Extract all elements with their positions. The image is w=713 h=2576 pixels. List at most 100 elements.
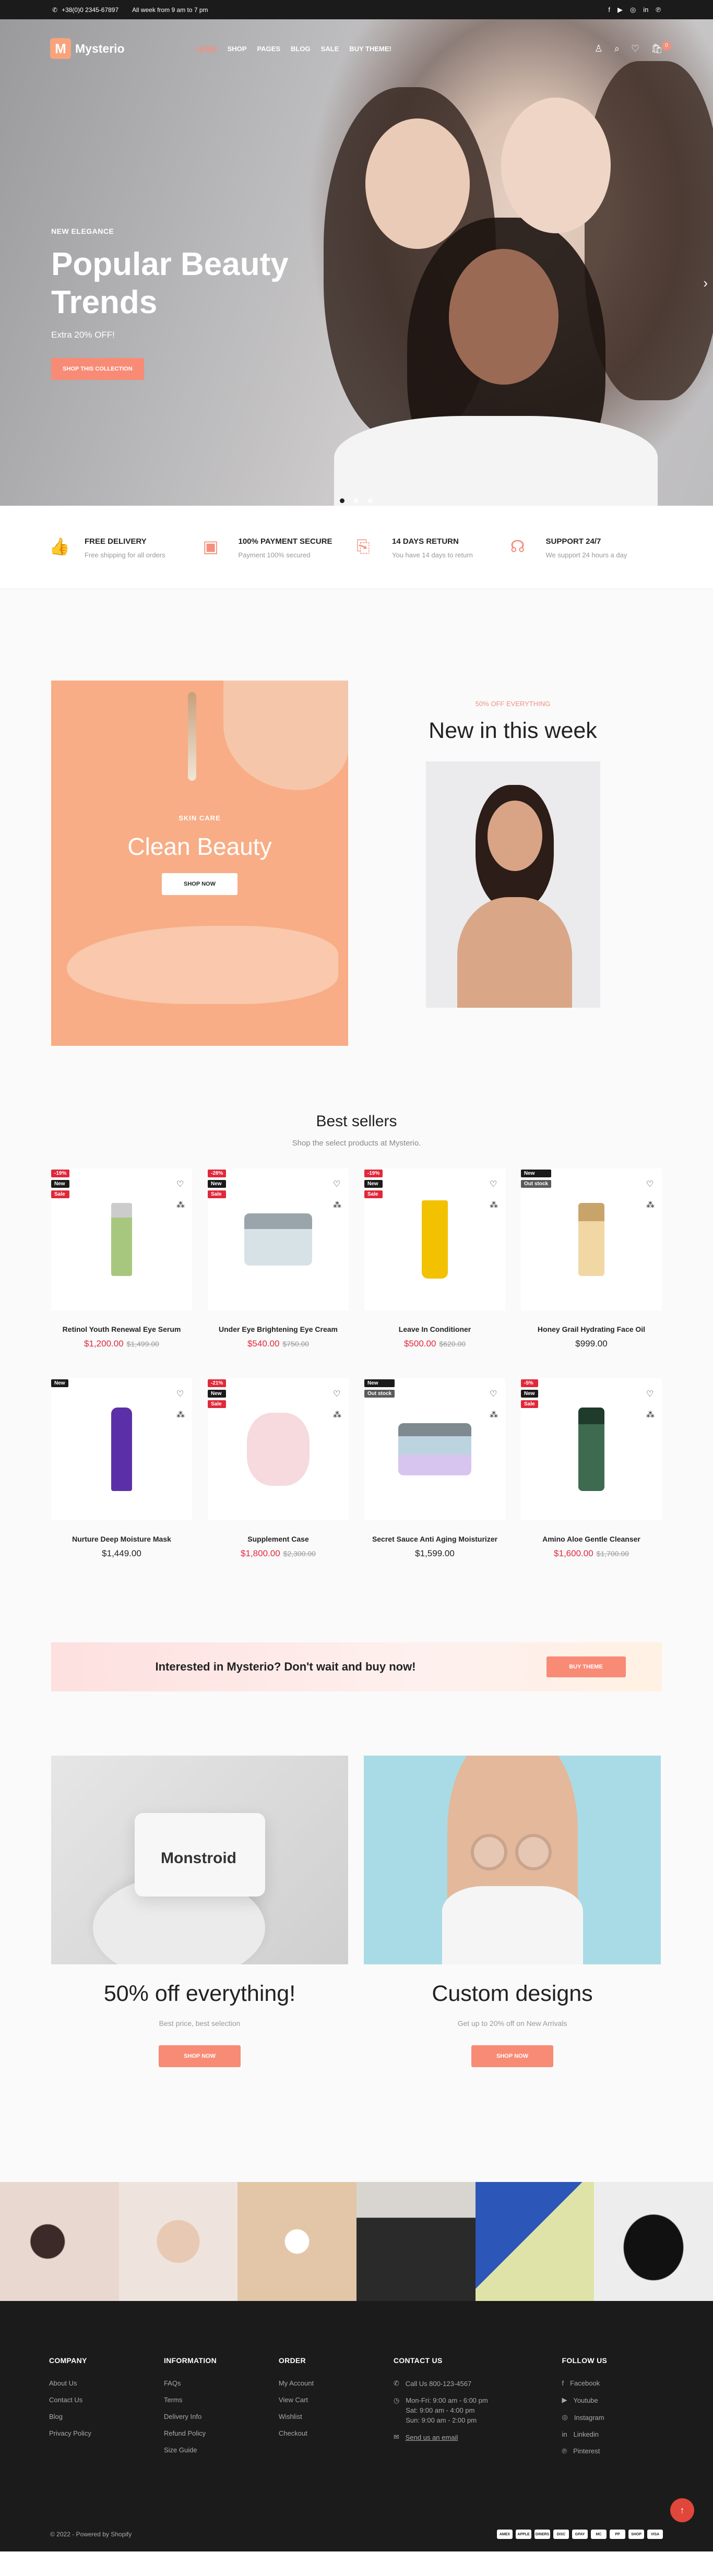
product-card[interactable]: -19% New Sale ♡ ⁂ Leave In Conditioner $500…	[364, 1168, 505, 1349]
wishlist-icon[interactable]: ♡	[333, 1389, 341, 1399]
pinterest-icon[interactable]: ℗	[656, 6, 661, 14]
footer-link[interactable]: Refund Policy	[164, 2429, 279, 2437]
menu-buy-theme[interactable]: BUY THEME!	[349, 45, 391, 53]
compare-icon[interactable]: ⁂	[646, 1200, 655, 1210]
product-card[interactable]: New Out stock ♡ ⁂ Secret Sauce Anti Aging …	[364, 1378, 505, 1559]
product-card[interactable]: New ♡ ⁂ Nurture Deep Moisture Mask $1,449…	[51, 1378, 192, 1559]
phone[interactable]: ✆ +38(0)0 2345-67897	[52, 6, 118, 14]
menu-home[interactable]: HOME	[197, 45, 217, 53]
footer-contact: CONTACT US ✆ Call Us 800-123-4567 ◷ Mon-Fr…	[394, 2356, 562, 2464]
footer-link[interactable]: Privacy Policy	[49, 2429, 164, 2437]
compare-icon[interactable]: ⁂	[333, 1200, 341, 1210]
compare-icon[interactable]: ⁂	[176, 1200, 185, 1210]
new-in-image[interactable]	[425, 761, 600, 1008]
wishlist-icon[interactable]: ♡	[646, 1179, 655, 1189]
gallery-image[interactable]	[356, 2182, 476, 2301]
shop-now-button[interactable]: SHOP NOW	[159, 2045, 241, 2067]
footer-link[interactable]: Blog	[49, 2413, 164, 2420]
product-name[interactable]: Leave In Conditioner	[364, 1325, 505, 1333]
product-image[interactable]: -19% New Sale ♡ ⁂	[51, 1168, 192, 1310]
product-image[interactable]: New Out stock ♡ ⁂	[364, 1378, 505, 1520]
product-image[interactable]: New Out stock ♡ ⁂	[521, 1168, 662, 1310]
product-name[interactable]: Retinol Youth Renewal Eye Serum	[51, 1325, 192, 1333]
facebook-icon[interactable]: f	[608, 6, 610, 14]
social-link-youtube[interactable]: ▶ Youtube	[562, 2396, 664, 2404]
linkedin-icon[interactable]: in	[643, 6, 648, 14]
product-name[interactable]: Under Eye Brightening Eye Cream	[208, 1325, 349, 1333]
footer-link[interactable]: FAQs	[164, 2379, 279, 2387]
product-card[interactable]: New Out stock ♡ ⁂ Honey Grail Hydrating Fa…	[521, 1168, 662, 1349]
gallery-image[interactable]	[0, 2182, 119, 2301]
product-card[interactable]: -5% New Sale ♡ ⁂ Amino Aloe Gentle Cleanser…	[521, 1378, 662, 1559]
social-link-linkedin[interactable]: in Linkedin	[562, 2430, 664, 2438]
menu-blog[interactable]: BLOG	[291, 45, 311, 53]
contact-email[interactable]: ✉ Send us an email	[394, 2433, 562, 2441]
product-card[interactable]: -21% New Sale ♡ ⁂ Supplement Case $1,800.00…	[208, 1378, 349, 1559]
footer-link[interactable]: View Cart	[279, 2396, 394, 2404]
footer-link[interactable]: My Account	[279, 2379, 394, 2387]
footer-link[interactable]: Delivery Info	[164, 2413, 279, 2420]
wishlist-icon[interactable]: ♡	[176, 1389, 185, 1399]
scroll-to-top-button[interactable]: ↑	[670, 2498, 694, 2522]
promo-image[interactable]: Monstroid	[51, 1756, 348, 1964]
product-actions: ♡ ⁂	[333, 1389, 341, 1420]
slider-dot[interactable]	[340, 498, 344, 503]
gallery-image[interactable]	[237, 2182, 357, 2301]
footer-link[interactable]: Checkout	[279, 2429, 394, 2437]
shop-collection-button[interactable]: SHOP THIS COLLECTION	[51, 358, 144, 380]
product-name[interactable]: Secret Sauce Anti Aging Moisturizer	[364, 1535, 505, 1543]
gallery-image[interactable]	[475, 2182, 595, 2301]
logo[interactable]: M Mysterio	[50, 38, 125, 59]
product-card[interactable]: -19% New Sale ♡ ⁂ Retinol Youth Renewal Eye…	[51, 1168, 192, 1349]
clean-beauty-banner[interactable]: SKIN CARE Clean Beauty SHOP NOW	[51, 681, 348, 1046]
footer-link[interactable]: About Us	[49, 2379, 164, 2387]
contact-phone[interactable]: ✆ Call Us 800-123-4567	[394, 2379, 562, 2388]
shop-now-button[interactable]: SHOP NOW	[471, 2045, 553, 2067]
slider-dot[interactable]	[354, 498, 359, 503]
menu-sale[interactable]: SALE	[321, 45, 339, 53]
social-link-facebook[interactable]: f Facebook	[562, 2379, 664, 2387]
compare-icon[interactable]: ⁂	[490, 1410, 498, 1420]
footer-link[interactable]: Wishlist	[279, 2413, 394, 2420]
footer-link[interactable]: Size Guide	[164, 2446, 279, 2454]
product-image[interactable]: New ♡ ⁂	[51, 1378, 192, 1520]
product-image[interactable]: -21% New Sale ♡ ⁂	[208, 1378, 349, 1520]
product-name[interactable]: Supplement Case	[208, 1535, 349, 1543]
menu-pages[interactable]: PAGES	[257, 45, 280, 53]
wishlist-icon[interactable]: ♡	[490, 1179, 498, 1189]
search-icon[interactable]: ⌕	[614, 43, 620, 54]
wishlist-icon[interactable]: ♡	[631, 43, 639, 54]
cart-icon[interactable]: 🛍 0	[651, 41, 671, 54]
product-name[interactable]: Amino Aloe Gentle Cleanser	[521, 1535, 662, 1543]
account-icon[interactable]: ♙	[595, 43, 603, 54]
instagram-icon[interactable]: ◎	[630, 6, 636, 14]
footer-link[interactable]: Contact Us	[49, 2396, 164, 2404]
menu-shop[interactable]: SHOP	[228, 45, 247, 53]
compare-icon[interactable]: ⁂	[490, 1200, 498, 1210]
gallery-image[interactable]	[594, 2182, 713, 2301]
gallery-image[interactable]	[118, 2182, 238, 2301]
compare-icon[interactable]: ⁂	[646, 1410, 655, 1420]
product-image[interactable]: -28% New Sale ♡ ⁂	[208, 1168, 349, 1310]
wishlist-icon[interactable]: ♡	[176, 1179, 185, 1189]
product-image[interactable]: -5% New Sale ♡ ⁂	[521, 1378, 662, 1520]
slider-dot[interactable]	[368, 498, 373, 503]
slider-next-icon[interactable]: ›	[703, 275, 708, 291]
wishlist-icon[interactable]: ♡	[646, 1389, 655, 1399]
buy-theme-button[interactable]: BUY THEME	[546, 1656, 626, 1677]
product-name[interactable]: Nurture Deep Moisture Mask	[51, 1535, 192, 1543]
compare-icon[interactable]: ⁂	[176, 1410, 185, 1420]
social-link-instagram[interactable]: ◎ Instagram	[562, 2413, 664, 2422]
shop-now-button[interactable]: SHOP NOW	[162, 873, 237, 895]
bestsellers-section: Best sellers Shop the select products at…	[0, 1113, 713, 1601]
compare-icon[interactable]: ⁂	[333, 1410, 341, 1420]
product-card[interactable]: -28% New Sale ♡ ⁂ Under Eye Brightening Eye…	[208, 1168, 349, 1349]
footer-link[interactable]: Terms	[164, 2396, 279, 2404]
promo-image[interactable]	[364, 1756, 661, 1964]
product-name[interactable]: Honey Grail Hydrating Face Oil	[521, 1325, 662, 1333]
youtube-icon[interactable]: ▶	[617, 6, 623, 14]
wishlist-icon[interactable]: ♡	[333, 1179, 341, 1189]
product-image[interactable]: -19% New Sale ♡ ⁂	[364, 1168, 505, 1310]
social-link-pinterest[interactable]: ℗ Pinterest	[562, 2447, 664, 2455]
wishlist-icon[interactable]: ♡	[490, 1389, 498, 1399]
